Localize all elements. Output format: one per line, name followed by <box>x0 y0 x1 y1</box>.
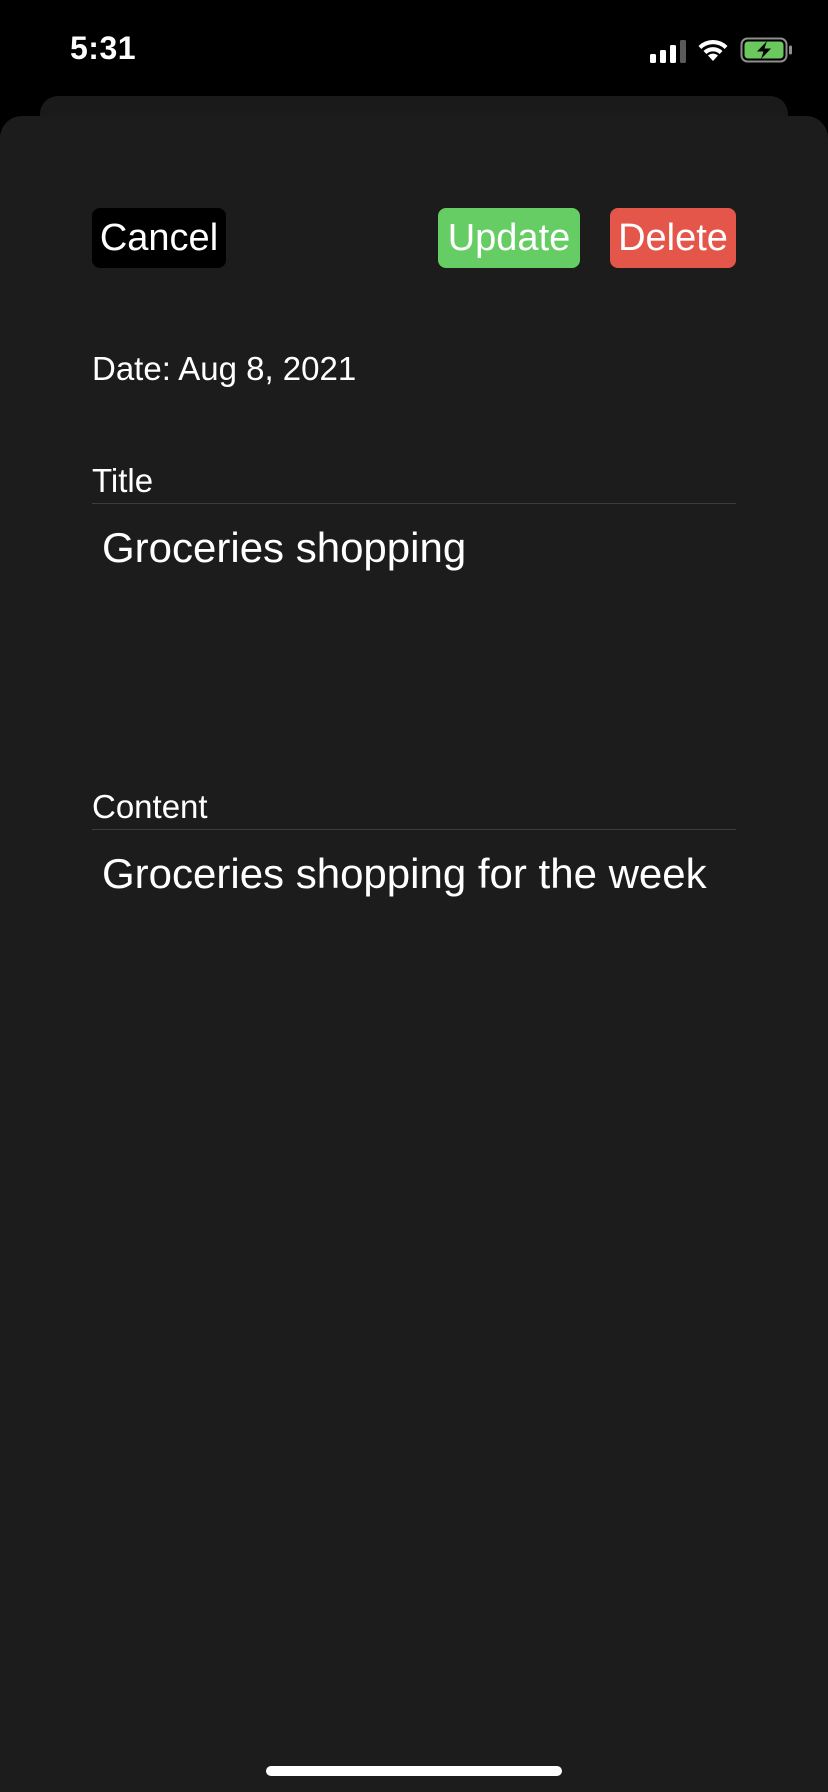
status-time: 5:31 <box>70 30 137 66</box>
status-icons <box>650 36 794 64</box>
content-field[interactable]: Groceries shopping for the week <box>102 850 707 898</box>
content-divider <box>92 829 736 830</box>
wifi-icon <box>698 39 728 61</box>
content-label: Content <box>92 788 208 825</box>
title-label: Title <box>92 462 154 499</box>
edit-note-sheet: Cancel Update Delete Date: Aug 8, 2021 T… <box>0 116 828 1792</box>
date-label: Date: Aug 8, 2021 <box>92 350 357 387</box>
battery-charging-icon <box>740 37 792 63</box>
home-indicator[interactable] <box>266 1766 562 1776</box>
status-bar: 5:31 <box>0 0 828 96</box>
title-field[interactable]: Groceries shopping <box>102 524 466 572</box>
update-button[interactable]: Update <box>438 208 580 268</box>
delete-button[interactable]: Delete <box>610 208 736 268</box>
title-divider <box>92 503 736 504</box>
cellular-signal-icon <box>650 37 686 63</box>
cancel-button[interactable]: Cancel <box>92 208 226 268</box>
